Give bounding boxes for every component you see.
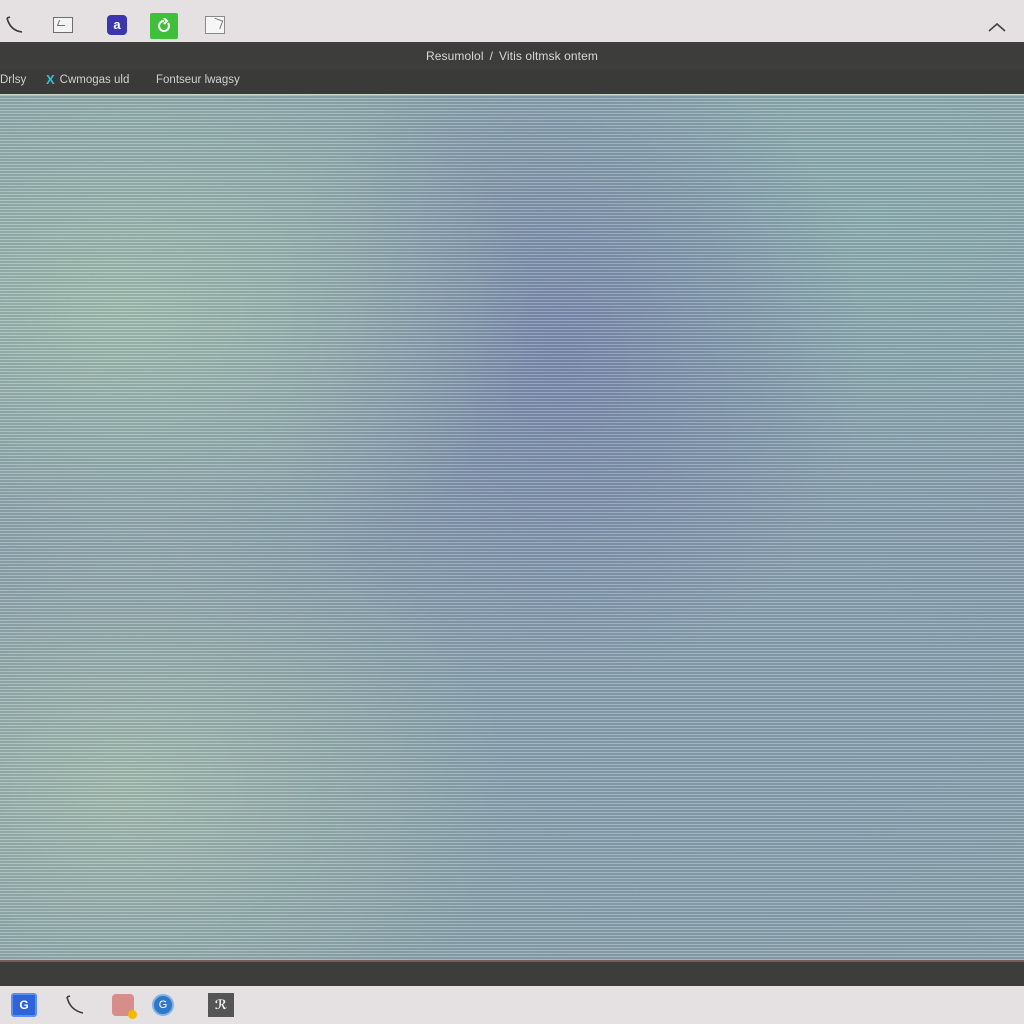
monitor-icon[interactable]: G [11,992,37,1018]
bottom-status-strip [0,960,1024,986]
top-toolbar: a [0,0,1024,42]
content-canvas[interactable] [0,94,1024,960]
taskbar: G G ℛ [0,986,1024,1024]
photos-icon[interactable] [110,992,137,1019]
nav-item-2[interactable]: X Cwmogas uld [46,72,130,87]
nav-bar: Drlsy X Cwmogas uld Fontseur lwagsy [0,70,1024,94]
window-title-bar: Resumolol / Vitis oltmsk ontem [0,42,1024,70]
title-separator: / [489,49,494,63]
phone-icon[interactable] [62,992,88,1018]
nav-item-3[interactable]: Fontseur lwagsy [156,74,240,86]
terminal-icon[interactable]: ℛ [208,992,234,1018]
refresh-icon[interactable] [150,13,178,39]
title-right: Vitis oltmsk ontem [499,49,598,63]
globe-icon[interactable]: G [150,992,176,1018]
phone-icon[interactable] [4,14,26,36]
mail-icon[interactable] [52,14,74,36]
nav-item-2-label: Cwmogas uld [59,74,130,86]
note-icon[interactable] [204,14,226,36]
collapse-icon[interactable] [986,16,1008,38]
nav-item-1[interactable]: Drlsy [0,74,26,86]
x-logo-icon: X [46,72,55,87]
title-left: Resumolol [426,49,484,63]
app-icon[interactable]: a [106,14,128,36]
